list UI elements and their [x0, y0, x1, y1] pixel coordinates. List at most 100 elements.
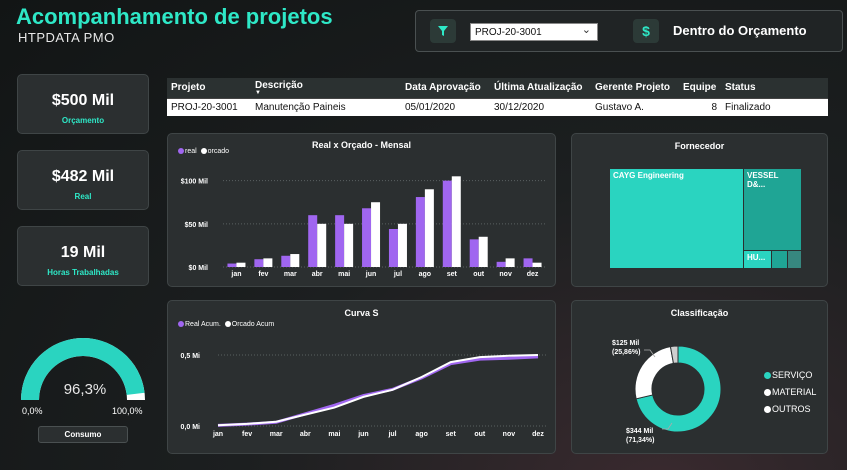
cell-descricao: Manutenção Paineis — [251, 97, 401, 116]
x-tick-label: dez — [527, 271, 539, 278]
bar-orcado-nov — [505, 258, 515, 267]
fornecedor-title: Fornecedor — [674, 141, 725, 151]
donut-label-small-pct: (25,86%) — [612, 349, 641, 356]
x-tick-label: mai — [328, 431, 340, 438]
project-select-value: PROJ-20-3001 — [475, 27, 542, 38]
legend-servico-label: SERVIÇO — [772, 370, 813, 380]
cell-gerente: Gustavo A. — [591, 97, 679, 116]
x-tick-label: mar — [270, 431, 283, 438]
legend-item-outros[interactable]: OUTROS — [764, 401, 816, 418]
bar-real-mai — [335, 215, 345, 267]
cell-equipe: 8 — [679, 97, 721, 116]
kpi-real-card: $482 Mil Real — [17, 150, 149, 210]
donut-slice-material — [634, 346, 675, 400]
filter-icon[interactable] — [430, 19, 456, 43]
col-descricao-label: Descrição — [255, 79, 303, 91]
bar-real-abr — [308, 215, 318, 267]
bar-orcado-jun — [371, 202, 381, 267]
x-tick-label: abr — [300, 431, 311, 438]
col-data-aprovacao[interactable]: Data Aprovação — [401, 78, 490, 98]
donut-legend: SERVIÇO MATERIAL OUTROS — [764, 367, 816, 418]
table-header-row: Projeto Descrição ▼ Data Aprovação Última… — [167, 78, 828, 98]
curva-s-card: Curva S Real Acum. Orcado Acum 0,0 Mi 0,5… — [167, 300, 556, 454]
bar-orcado-mar — [290, 254, 300, 267]
col-ultima-atualizacao[interactable]: Última Atualização — [490, 78, 591, 98]
cell-data-aprovacao: 05/01/2020 — [401, 97, 490, 116]
x-tick-label: set — [447, 271, 458, 278]
gauge-max: 100,0% — [112, 406, 143, 416]
col-projeto[interactable]: Projeto — [167, 78, 251, 98]
y-tick-label: $100 Mil — [181, 179, 208, 186]
x-tick-label: jan — [212, 431, 223, 438]
bar-real-ago — [415, 197, 425, 267]
col-status[interactable]: Status — [721, 78, 828, 98]
x-tick-label: fev — [258, 271, 268, 278]
bar-real-fev — [254, 259, 264, 267]
col-gerente[interactable]: Gerente Projeto — [591, 78, 679, 98]
treemap-cell-hu-label: HU... — [747, 253, 766, 262]
kpi-orcamento-label: Orçamento — [61, 116, 105, 125]
table-row[interactable]: PROJ-20-3001 Manutenção Paineis 05/01/20… — [167, 97, 828, 116]
kpi-orcamento-value: $500 Mil — [51, 92, 115, 109]
classificacao-card: Classificação $125 Mil (25,86%) $344 Mil… — [571, 300, 828, 454]
donut-label-big: $344 Mil (71,34%) — [626, 427, 654, 445]
sort-down-icon: ▼ — [255, 89, 261, 96]
col-descricao[interactable]: Descrição ▼ — [251, 78, 401, 98]
treemap-cell-cayg[interactable]: CAYG Engineering — [610, 169, 743, 268]
cell-projeto: PROJ-20-3001 — [167, 97, 251, 116]
line-orcado-acum — [217, 354, 539, 427]
donut-label-small-value: $125 Mil — [612, 340, 640, 347]
treemap-cell-small-1[interactable] — [772, 251, 787, 268]
treemap-cell-vessel[interactable]: VESSEL D&... — [744, 169, 801, 250]
bar-real-mar — [281, 255, 291, 267]
x-tick-label: jun — [365, 271, 377, 278]
treemap-cell-vessel-label: VESSEL D&... — [747, 171, 779, 189]
legend-item-servico[interactable]: SERVIÇO — [764, 367, 816, 384]
cell-status: Finalizado — [721, 97, 828, 116]
y-tick-label: $0 Mil — [189, 265, 209, 272]
y-tick-label: 0,0 Mi — [181, 424, 201, 431]
bar-chart-card: Real x Orçado - Mensal real orcado $0 Mi… — [167, 133, 556, 287]
legend-material-marker — [764, 389, 771, 396]
bar-orcado-set — [451, 176, 461, 267]
x-tick-label: jan — [230, 271, 241, 278]
bar-real-jul — [388, 229, 398, 267]
fornecedor-card: Fornecedor CAYG Engineering VESSEL D&...… — [571, 133, 828, 287]
gauge-min: 0,0% — [22, 406, 43, 416]
bar-real-set — [442, 180, 452, 267]
page-subtitle: HTPDATA PMO — [18, 30, 115, 45]
kpi-real-value: $482 Mil — [51, 168, 115, 185]
bar-real-jan — [227, 263, 237, 267]
curva-s-plot: 0,0 Mi 0,5 Mi jan fev mar abr mai jun jul ago set o… — [181, 353, 546, 438]
bar-real-jun — [362, 208, 372, 267]
treemap-cell-hu[interactable]: HU... — [744, 251, 771, 268]
x-tick-label: abr — [312, 271, 323, 278]
budget-status-text: Dentro do Orçamento — [673, 23, 807, 38]
bar-orcado-jul — [397, 223, 407, 267]
treemap-cell-small-2[interactable] — [788, 251, 801, 268]
bar-real-dez — [523, 258, 533, 267]
y-tick-label: 0,5 Mi — [181, 353, 201, 360]
bar-orcado-ago — [424, 189, 434, 267]
legend-item-material[interactable]: MATERIAL — [764, 384, 816, 401]
kpi-horas-card: 19 Mil Horas Trabalhadas — [17, 226, 149, 286]
bar-orcado-mai — [344, 223, 354, 267]
page-title: Acompanhamento de projetos — [16, 4, 333, 29]
bar-orcado-out — [478, 236, 488, 267]
bar-orcado-jan — [236, 262, 246, 267]
project-table: Projeto Descrição ▼ Data Aprovação Última… — [167, 78, 828, 116]
legend-material-label: MATERIAL — [772, 387, 817, 397]
y-tick-label: $50 Mil — [185, 222, 208, 229]
kpi-orcamento-card: $500 Mil Orçamento — [17, 74, 149, 134]
bar-real-nov — [496, 261, 506, 267]
cell-ultima-atualizacao: 30/12/2020 — [490, 97, 591, 116]
x-tick-label: out — [473, 271, 485, 278]
consumo-button[interactable]: Consumo — [38, 426, 128, 443]
col-equipe[interactable]: Equipe — [679, 78, 721, 98]
project-select[interactable]: PROJ-20-3001 ⌄ — [470, 23, 598, 41]
legend-outros-marker — [764, 406, 771, 413]
line-real-acum — [217, 355, 539, 427]
donut-label-big-pct: (71,34%) — [626, 437, 655, 444]
x-tick-label: set — [446, 431, 457, 438]
bar-real-out — [469, 239, 479, 267]
